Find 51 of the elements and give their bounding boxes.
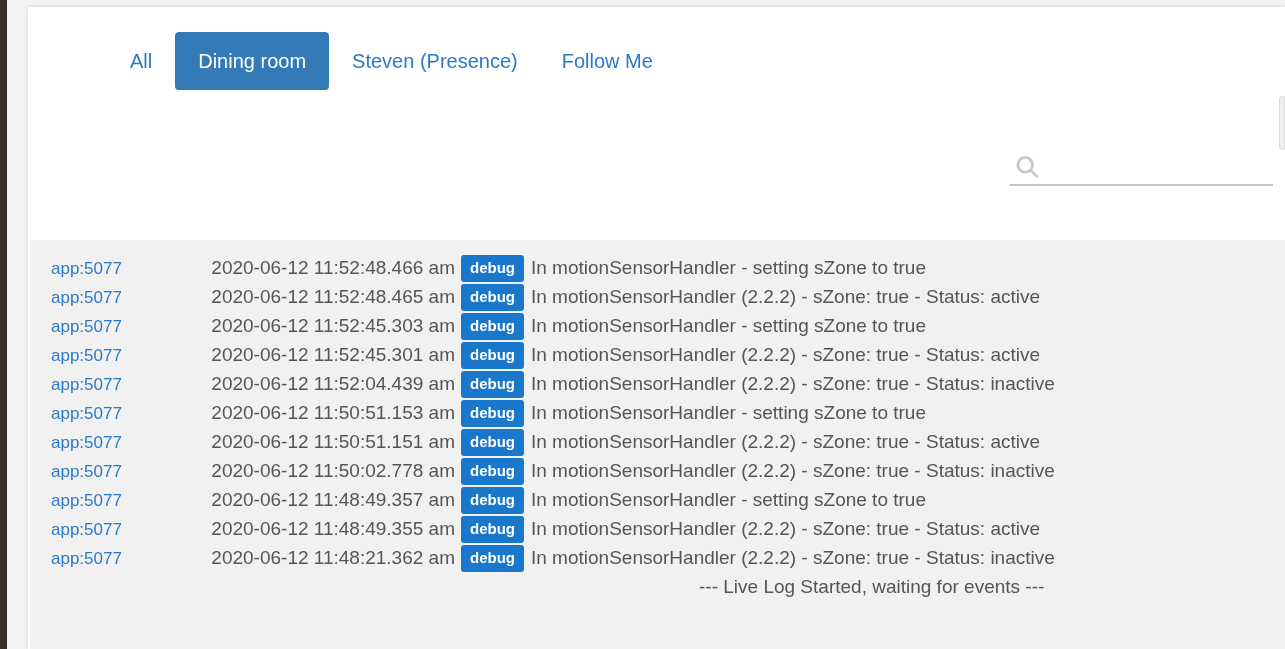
level-badge: debug	[461, 284, 524, 311]
level-badge: debug	[461, 400, 524, 427]
status-text: --- Live Log Started, waiting for events ---	[699, 575, 1045, 600]
tab[interactable]: Follow Me	[540, 31, 674, 90]
source-link[interactable]: app:5077	[30, 516, 180, 543]
level-badge: debug	[461, 255, 524, 282]
level-badge: debug	[461, 429, 524, 456]
timestamp: 2020-06-12 11:52:45.301 am	[210, 343, 455, 368]
log-message: In motionSensorHandler (2.2.2) - sZone: true - Status: active	[531, 517, 1040, 542]
level-badge: debug	[461, 313, 524, 340]
level-badge: debug	[461, 545, 524, 572]
source-link[interactable]: app:5077	[30, 342, 180, 369]
source-link[interactable]: app:5077	[30, 545, 180, 572]
log-message: In motionSensorHandler - setting sZone to true	[531, 256, 926, 281]
tab[interactable]: Dining room	[175, 31, 330, 90]
log-message: In motionSensorHandler - setting sZone to true	[531, 488, 926, 513]
log-message: In motionSensorHandler (2.2.2) - sZone: true - Status: inactive	[531, 546, 1055, 571]
source-link[interactable]: app:5077	[30, 371, 180, 398]
level-badge: debug	[461, 458, 524, 485]
level-badge: debug	[461, 371, 524, 398]
search-icon	[1014, 153, 1041, 181]
log-message: In motionSensorHandler (2.2.2) - sZone: true - Status: inactive	[531, 372, 1055, 397]
level-badge: debug	[461, 516, 524, 543]
log-message: In motionSensorHandler - setting sZone to true	[531, 401, 926, 426]
log-message: In motionSensorHandler (2.2.2) - sZone: true - Status: active	[531, 430, 1040, 455]
source-link[interactable]: app:5077	[30, 458, 180, 485]
timestamp: 2020-06-12 11:50:51.153 am	[210, 401, 455, 426]
timestamp: 2020-06-12 11:50:51.151 am	[210, 430, 455, 455]
side-tab[interactable]	[1279, 96, 1285, 150]
source-link[interactable]: app:5077	[30, 313, 180, 340]
timestamp: 2020-06-12 11:48:21.362 am	[210, 546, 455, 571]
tab[interactable]: Steven (Presence)	[331, 31, 539, 90]
timestamp: 2020-06-12 11:52:48.466 am	[210, 256, 455, 281]
source-link[interactable]: app:5077	[30, 429, 180, 456]
source-link[interactable]: app:5077	[30, 400, 180, 427]
timestamp: 2020-06-12 11:48:49.355 am	[210, 517, 455, 542]
level-badge: debug	[461, 487, 524, 514]
level-badge: debug	[461, 342, 524, 369]
timestamp: 2020-06-12 11:52:04.439 am	[210, 372, 455, 397]
log-message: In motionSensorHandler (2.2.2) - sZone: true - Status: active	[531, 343, 1040, 368]
timestamp: 2020-06-12 11:52:48.465 am	[210, 285, 455, 310]
timestamp: 2020-06-12 11:48:49.357 am	[210, 488, 455, 513]
timestamp: 2020-06-12 11:50:02.778 am	[210, 459, 455, 484]
tab[interactable]: All	[109, 31, 174, 90]
log-message: In motionSensorHandler - setting sZone to true	[531, 314, 926, 339]
source-link[interactable]: app:5077	[30, 255, 180, 282]
log-message: In motionSensorHandler (2.2.2) - sZone: true - Status: active	[531, 285, 1040, 310]
source-link[interactable]: app:5077	[30, 284, 180, 311]
timestamp: 2020-06-12 11:52:45.303 am	[210, 314, 455, 339]
source-link[interactable]: app:5077	[30, 487, 180, 514]
log-message: In motionSensorHandler (2.2.2) - sZone: true - Status: inactive	[531, 459, 1055, 484]
